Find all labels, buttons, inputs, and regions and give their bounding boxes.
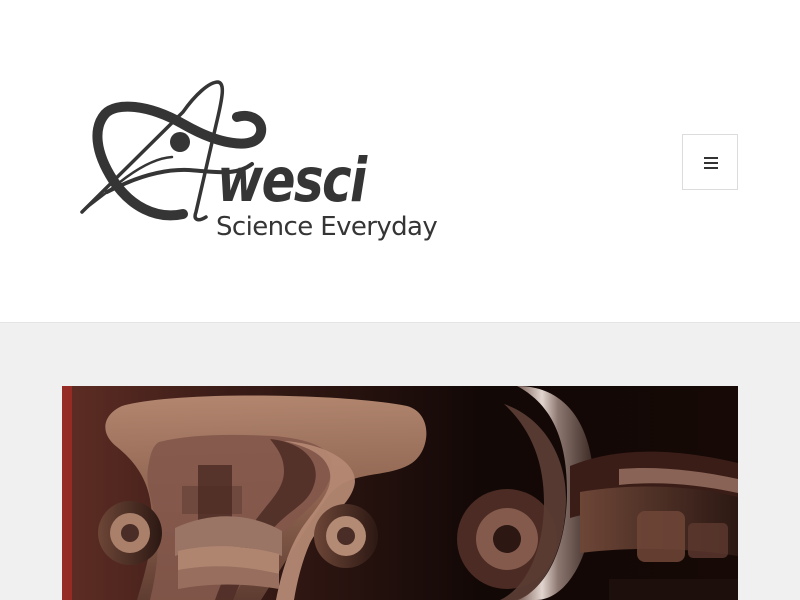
main-content <box>0 323 800 600</box>
menu-line <box>704 162 718 164</box>
featured-railway-bogie-image[interactable] <box>62 386 738 600</box>
site-header: wesci Science Everyday <box>0 0 800 323</box>
menu-line <box>704 167 718 169</box>
site-logo-link[interactable]: wesci Science Everyday <box>78 72 448 257</box>
hamburger-menu-icon <box>704 157 718 169</box>
menu-line <box>704 157 718 159</box>
menu-button[interactable] <box>682 134 738 190</box>
web-page: wesci Science Everyday <box>0 0 800 600</box>
site-logo-text: wesci <box>217 145 367 216</box>
railway-bogie-illustration <box>62 386 738 600</box>
site-tagline: Science Everyday <box>216 212 438 242</box>
